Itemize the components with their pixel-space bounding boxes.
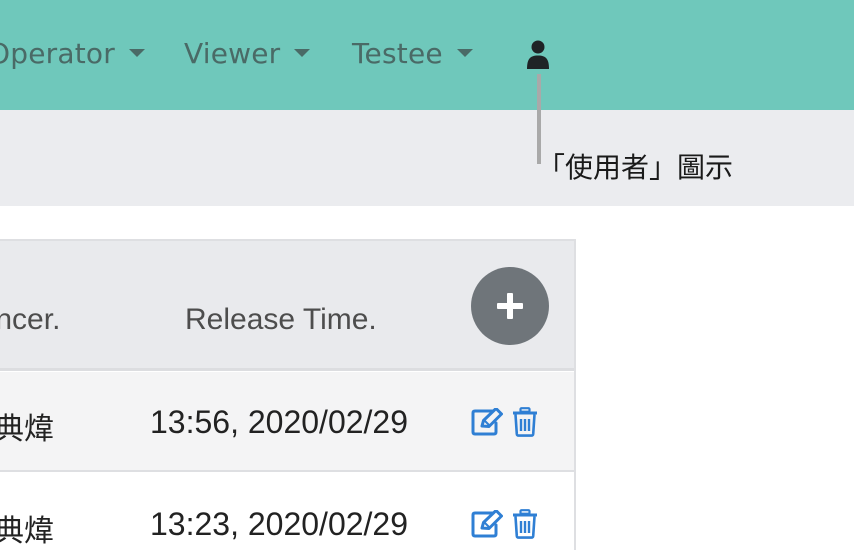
caret-down-icon [456, 49, 473, 57]
edit-icon[interactable] [471, 408, 503, 436]
announcer-cell: 典煒 [0, 412, 54, 447]
user-icon[interactable] [526, 40, 550, 70]
caret-down-icon [128, 49, 145, 57]
top-navbar: Operator Viewer Testee [0, 0, 854, 110]
announcer-cell: 典煒 [0, 514, 54, 549]
trash-icon[interactable] [512, 509, 538, 539]
nav-dropdown-testee[interactable]: Testee [352, 34, 473, 72]
release-time-cell: 13:56, 2020/02/29 [150, 404, 409, 440]
nav-operator-label: Operator [0, 36, 115, 70]
release-time-cell: 13:23, 2020/02/29 [150, 506, 409, 542]
table-row: 典煒 13:23, 2020/02/29 [0, 474, 574, 550]
caret-down-icon [294, 49, 311, 57]
add-button[interactable] [471, 267, 549, 345]
annotation-label: 「使用者」圖示 [537, 151, 734, 184]
nav-viewer-label: Viewer [184, 36, 281, 70]
column-header-release-time: Release Time. [185, 303, 377, 336]
nav-dropdown-viewer[interactable]: Viewer [184, 34, 311, 72]
table-row: 典煒 13:56, 2020/02/29 [0, 372, 574, 472]
column-header-announcer: ouncer. [0, 303, 61, 336]
nav-dropdown-operator[interactable]: Operator [0, 34, 145, 72]
trash-icon[interactable] [512, 407, 538, 437]
edit-icon[interactable] [471, 510, 503, 538]
announcements-table: ouncer. Release Time. 典煒 13:56, 2020/02/… [0, 239, 576, 550]
nav-testee-label: Testee [352, 36, 443, 70]
table-header: ouncer. Release Time. [0, 241, 574, 371]
